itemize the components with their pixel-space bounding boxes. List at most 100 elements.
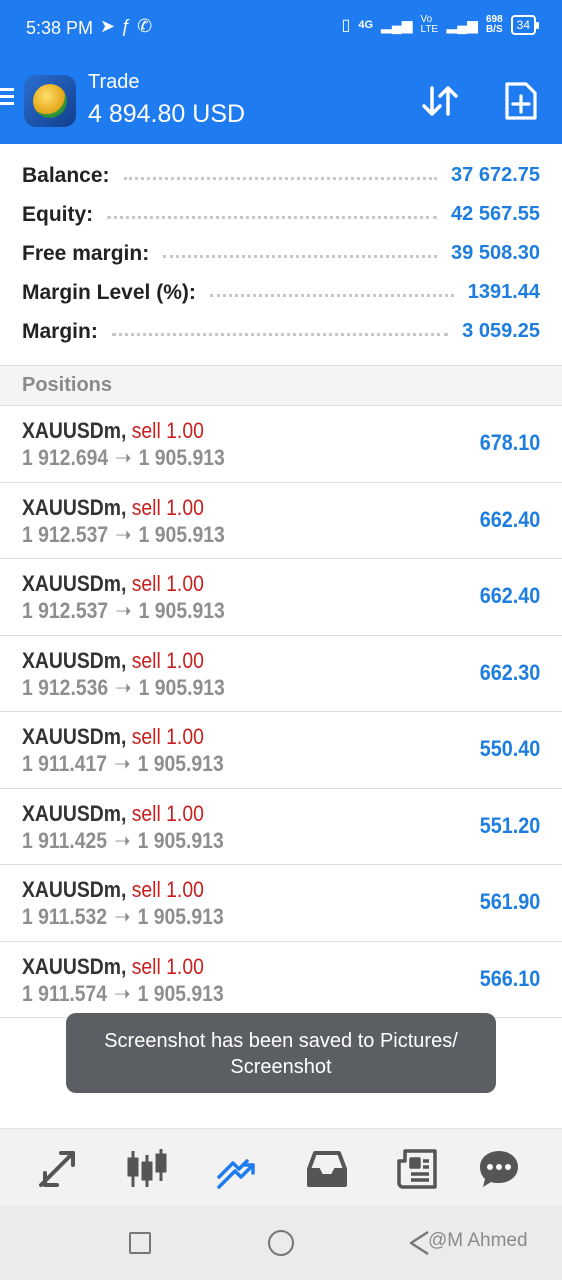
open-price: 1 912.537 xyxy=(22,598,109,623)
summary-label: Margin Level (%): xyxy=(22,280,196,304)
volte-label: Vo LTE xyxy=(420,14,439,35)
position-prices: 1 911.574 ➝ 1 905.913 xyxy=(22,981,224,1007)
summary-row-margin-level: Margin Level (%): 1391.44 xyxy=(0,273,562,312)
summary-row-free-margin: Free margin: 39 508.30 xyxy=(0,234,562,273)
toast-line-1: Screenshot has been saved to Pictures/ xyxy=(104,1030,458,1052)
position-title: XAUUSDm, sell 1.00 xyxy=(22,877,204,903)
dotted-leader xyxy=(163,255,438,258)
position-symbol: XAUUSDm xyxy=(22,418,121,443)
summary-row-equity: Equity: 42 567.55 xyxy=(0,195,562,234)
arrow-icon: ➝ xyxy=(109,598,137,623)
dotted-leader xyxy=(123,177,438,180)
position-row[interactable]: XAUUSDm, sell 1.00 1 911.532 ➝ 1 905.913… xyxy=(0,865,562,942)
summary-value: 42 567.55 xyxy=(451,203,540,225)
open-price: 1 911.532 xyxy=(22,904,108,929)
arrow-icon: ➝ xyxy=(109,445,137,470)
positions-title: Positions xyxy=(22,374,113,396)
bottom-tab-bar xyxy=(0,1128,562,1206)
battery-icon: 34 xyxy=(510,15,540,35)
position-row[interactable]: XAUUSDm, sell 1.00 1 911.417 ➝ 1 905.913… xyxy=(0,712,562,789)
open-price: 1 911.425 xyxy=(22,827,108,853)
position-row[interactable]: XAUUSDm, sell 1.00 1 912.537 ➝ 1 905.913… xyxy=(0,483,562,559)
position-type: sell 1.00 xyxy=(131,494,204,520)
position-prices: 1 912.537 ➝ 1 905.913 xyxy=(22,522,225,548)
dotted-leader xyxy=(209,294,454,297)
notification-icons: ➤ƒ✆ xyxy=(100,16,158,37)
position-profit: 662.40 xyxy=(479,583,540,608)
chart-icon[interactable] xyxy=(125,1147,169,1191)
open-price: 1 912.536 xyxy=(22,674,109,700)
position-profit: 678.10 xyxy=(479,430,540,455)
comma: , xyxy=(120,647,132,673)
screenshot-toast: Screenshot has been saved to Pictures/ S… xyxy=(66,1013,496,1093)
current-price: 1 905.913 xyxy=(138,445,225,470)
position-title: XAUUSDm, sell 1.00 xyxy=(22,801,204,827)
summary-row-margin: Margin: 3 059.25 xyxy=(0,312,562,351)
chat-icon[interactable] xyxy=(477,1147,521,1191)
current-price: 1 905.913 xyxy=(137,980,224,1006)
trade-icon[interactable] xyxy=(215,1147,259,1191)
fb-lite-icon: ƒ xyxy=(121,16,138,36)
position-title: XAUUSDm, sell 1.00 xyxy=(22,648,204,674)
arrow-icon: ➝ xyxy=(109,674,137,700)
position-symbol: XAUUSDm xyxy=(22,647,121,673)
position-symbol: XAUUSDm xyxy=(22,800,121,826)
sort-icon[interactable] xyxy=(420,84,460,118)
position-symbol: XAUUSDm xyxy=(22,571,121,596)
position-title: XAUUSDm, sell 1.00 xyxy=(22,571,204,597)
home-button[interactable] xyxy=(268,1230,294,1256)
position-symbol: XAUUSDm xyxy=(22,953,121,979)
toast-line-2: Screenshot xyxy=(230,1056,332,1078)
comma: , xyxy=(120,418,132,443)
metatrader-logo xyxy=(24,75,76,127)
position-row[interactable]: XAUUSDm, sell 1.00 1 912.694 ➝ 1 905.913… xyxy=(0,406,562,483)
position-title: XAUUSDm, sell 1.00 xyxy=(22,724,204,750)
comma: , xyxy=(120,724,132,749)
position-row[interactable]: XAUUSDm, sell 1.00 1 911.574 ➝ 1 905.913… xyxy=(0,942,562,1018)
signal-icon-2: ▂▄▆ xyxy=(446,16,478,33)
positions-section-header: Positions xyxy=(0,365,562,406)
summary-value: 39 508.30 xyxy=(451,242,540,264)
telegram-icon: ➤ xyxy=(100,16,122,36)
current-price: 1 905.913 xyxy=(137,827,224,853)
recents-button[interactable] xyxy=(129,1232,151,1254)
position-symbol: XAUUSDm xyxy=(22,494,121,520)
position-prices: 1 912.537 ➝ 1 905.913 xyxy=(22,598,225,624)
summary-row-balance: Balance: 37 672.75 xyxy=(0,156,562,195)
news-icon[interactable] xyxy=(395,1147,439,1191)
position-row[interactable]: XAUUSDm, sell 1.00 1 912.537 ➝ 1 905.913… xyxy=(0,559,562,636)
position-type: sell 1.00 xyxy=(131,800,204,826)
new-order-icon[interactable] xyxy=(504,81,538,121)
history-icon[interactable] xyxy=(305,1147,349,1191)
position-symbol: XAUUSDm xyxy=(22,877,121,902)
current-price: 1 905.913 xyxy=(138,598,225,623)
dotted-leader xyxy=(107,216,438,219)
position-prices: 1 911.417 ➝ 1 905.913 xyxy=(22,751,224,777)
current-price: 1 905.913 xyxy=(137,751,224,776)
vibrate-icon: ▯ xyxy=(341,17,351,34)
position-type: sell 1.00 xyxy=(131,571,204,596)
position-row[interactable]: XAUUSDm, sell 1.00 1 912.536 ➝ 1 905.913… xyxy=(0,636,562,712)
call-icon: ✆ xyxy=(137,16,159,36)
open-price: 1 911.417 xyxy=(22,751,108,776)
comma: , xyxy=(120,877,132,902)
arrow-icon: ➝ xyxy=(108,904,136,929)
quotes-icon[interactable] xyxy=(35,1147,79,1191)
summary-label: Margin: xyxy=(22,319,98,343)
back-button[interactable] xyxy=(408,1230,430,1256)
position-prices: 1 912.536 ➝ 1 905.913 xyxy=(22,675,225,701)
system-nav-bar: @M Ahmed xyxy=(0,1206,562,1280)
position-title: XAUUSDm, sell 1.00 xyxy=(22,954,204,980)
menu-icon[interactable] xyxy=(0,88,16,106)
network-type: 4G xyxy=(358,19,374,31)
comma: , xyxy=(120,494,132,520)
header-balance: 4 894.80 USD xyxy=(88,100,246,128)
position-type: sell 1.00 xyxy=(131,877,204,902)
current-price: 1 905.913 xyxy=(138,674,225,700)
positions-list: XAUUSDm, sell 1.00 1 912.694 ➝ 1 905.913… xyxy=(0,406,562,1018)
position-profit: 662.30 xyxy=(479,659,540,685)
position-row[interactable]: XAUUSDm, sell 1.00 1 911.425 ➝ 1 905.913… xyxy=(0,789,562,865)
position-profit: 551.20 xyxy=(479,812,540,838)
position-type: sell 1.00 xyxy=(131,647,204,673)
comma: , xyxy=(120,800,132,826)
